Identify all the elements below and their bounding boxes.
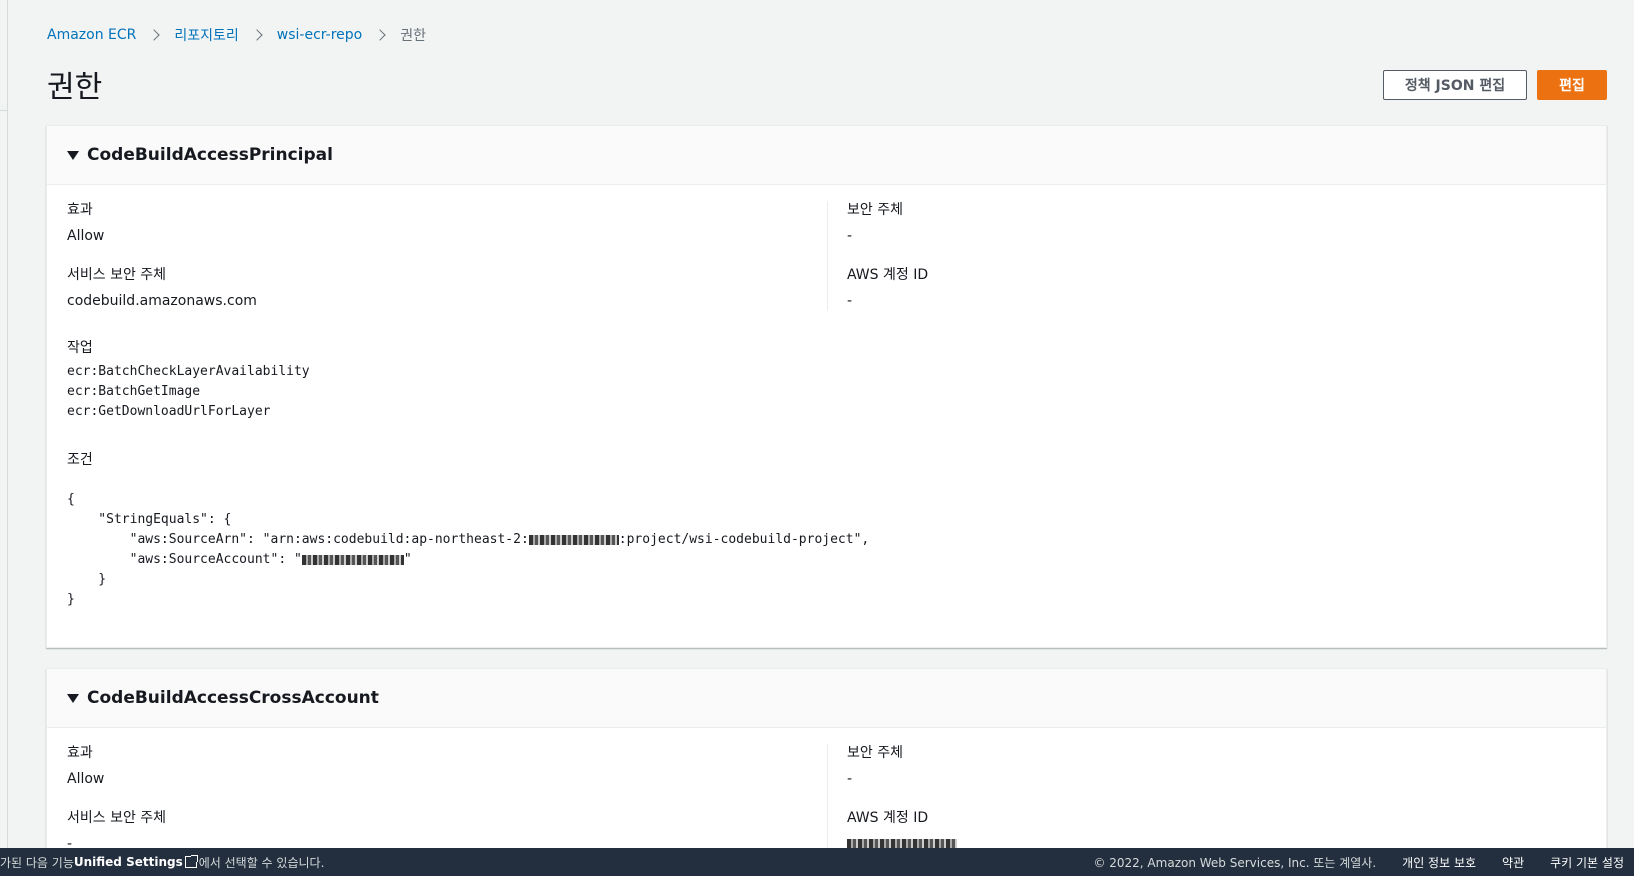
page-title: 권한: [47, 70, 103, 105]
breadcrumb: Amazon ECR 리포지토리 wsi-ecr-repo 권한: [47, 24, 426, 46]
privacy-link[interactable]: 개인 정보 보호: [1402, 854, 1476, 871]
statement-header[interactable]: CodeBuildAccessPrincipal: [47, 126, 1606, 185]
code-line: }: [67, 572, 107, 587]
caret-down-icon: [67, 693, 79, 703]
notice-suffix: 에서 선택할 수 있습니다.: [198, 855, 325, 870]
column-divider: [827, 744, 828, 854]
code-line: }: [67, 592, 75, 607]
notice-prefix: 가된 다음 기능: [0, 855, 74, 870]
column-divider: [827, 201, 828, 311]
breadcrumb-link-repositories[interactable]: 리포지토리: [174, 25, 238, 45]
action-item: ecr:BatchGetImage: [67, 384, 201, 399]
redacted-account-id: [301, 554, 404, 565]
principal-value: -: [847, 771, 853, 787]
action-item: ecr:GetDownloadUrlForLayer: [67, 404, 271, 419]
external-link-icon: [184, 855, 198, 868]
source-account-prefix: "aws:SourceAccount": ": [67, 552, 302, 567]
principal-label: 보안 주체: [847, 745, 903, 761]
principal-field: 보안 주체 -: [847, 743, 903, 789]
footer-links: © 2022, Amazon Web Services, Inc. 또는 계열사…: [1067, 848, 1624, 876]
effect-value: Allow: [67, 228, 105, 244]
edit-policy-json-button[interactable]: 정책 JSON 편집: [1383, 70, 1527, 100]
chevron-right-icon: [251, 29, 263, 41]
service-principal-value: codebuild.amazonaws.com: [67, 293, 257, 309]
code-line: {: [67, 492, 75, 507]
aws-account-label: AWS 계정 ID: [847, 267, 929, 283]
aws-account-value: -: [847, 293, 853, 309]
service-principal-label: 서비스 보안 주체: [67, 267, 167, 283]
rail-divider: [0, 110, 8, 111]
cookie-preferences-link[interactable]: 쿠키 기본 설정: [1550, 854, 1624, 871]
breadcrumb-current: 권한: [400, 28, 426, 44]
effect-label: 효과: [67, 202, 93, 218]
actions-label: 작업: [67, 340, 93, 356]
side-navigation-rail: [0, 0, 8, 848]
code-line: "aws:SourceArn": "arn:aws:codebuild:ap-n…: [67, 530, 870, 550]
effect-field: 효과 Allow: [67, 200, 104, 246]
conditions-code: { "StringEquals": { "aws:SourceArn": "ar…: [67, 490, 869, 610]
statement-title: CodeBuildAccessPrincipal: [87, 145, 333, 165]
source-arn-suffix: :project/wsi-codebuild-project",: [618, 532, 870, 547]
chevron-right-icon: [148, 29, 161, 41]
code-line: "aws:SourceAccount": " ": [67, 550, 869, 570]
edit-button[interactable]: 편집: [1537, 70, 1607, 100]
code-line: "StringEquals": {: [67, 512, 232, 527]
service-principal-field: 서비스 보안 주체 codebuild.amazonaws.com: [67, 265, 257, 311]
statement-title: CodeBuildAccessCrossAccount: [87, 688, 379, 708]
conditions-label: 조건: [67, 452, 93, 468]
footer: 가된 다음 기능 Unified Settings 에서 선택할 수 있습니다.…: [0, 848, 1634, 876]
effect-label: 효과: [67, 745, 93, 761]
unified-settings-link[interactable]: Unified Settings: [74, 855, 183, 869]
footer-notice: 가된 다음 기능 Unified Settings 에서 선택할 수 있습니다.: [0, 848, 324, 876]
principal-label: 보안 주체: [847, 202, 903, 218]
breadcrumb-link-ecr[interactable]: Amazon ECR: [47, 27, 136, 43]
aws-account-field: AWS 계정 ID -: [847, 265, 928, 311]
principal-value: -: [847, 228, 853, 244]
caret-down-icon: [67, 150, 79, 160]
effect-value: Allow: [67, 771, 105, 787]
action-item: ecr:BatchCheckLayerAvailability: [67, 364, 310, 379]
conditions-field: 조건 { "StringEquals": { "aws:SourceArn": …: [67, 450, 869, 610]
statement-panel: CodeBuildAccessPrincipal 효과 Allow 보안 주체 …: [46, 125, 1607, 648]
effect-field: 효과 Allow: [67, 743, 104, 789]
aws-account-label: AWS 계정 ID: [847, 810, 929, 826]
terms-link[interactable]: 약관: [1502, 854, 1524, 871]
service-principal-label: 서비스 보안 주체: [67, 810, 167, 826]
copyright-text: © 2022, Amazon Web Services, Inc. 또는 계열사…: [1093, 855, 1377, 870]
principal-field: 보안 주체 -: [847, 200, 903, 246]
redacted-account-id: [528, 534, 619, 545]
statement-panel: CodeBuildAccessCrossAccount 효과 Allow 보안 …: [46, 668, 1607, 876]
statement-header[interactable]: CodeBuildAccessCrossAccount: [47, 669, 1606, 728]
source-arn-prefix: "aws:SourceArn": "arn:aws:codebuild:ap-n…: [67, 532, 529, 547]
chevron-right-icon: [374, 29, 386, 41]
source-account-suffix: ": [403, 552, 412, 567]
actions-field: 작업 ecr:BatchCheckLayerAvailability ecr:B…: [67, 338, 310, 422]
breadcrumb-link-repo[interactable]: wsi-ecr-repo: [277, 27, 362, 43]
